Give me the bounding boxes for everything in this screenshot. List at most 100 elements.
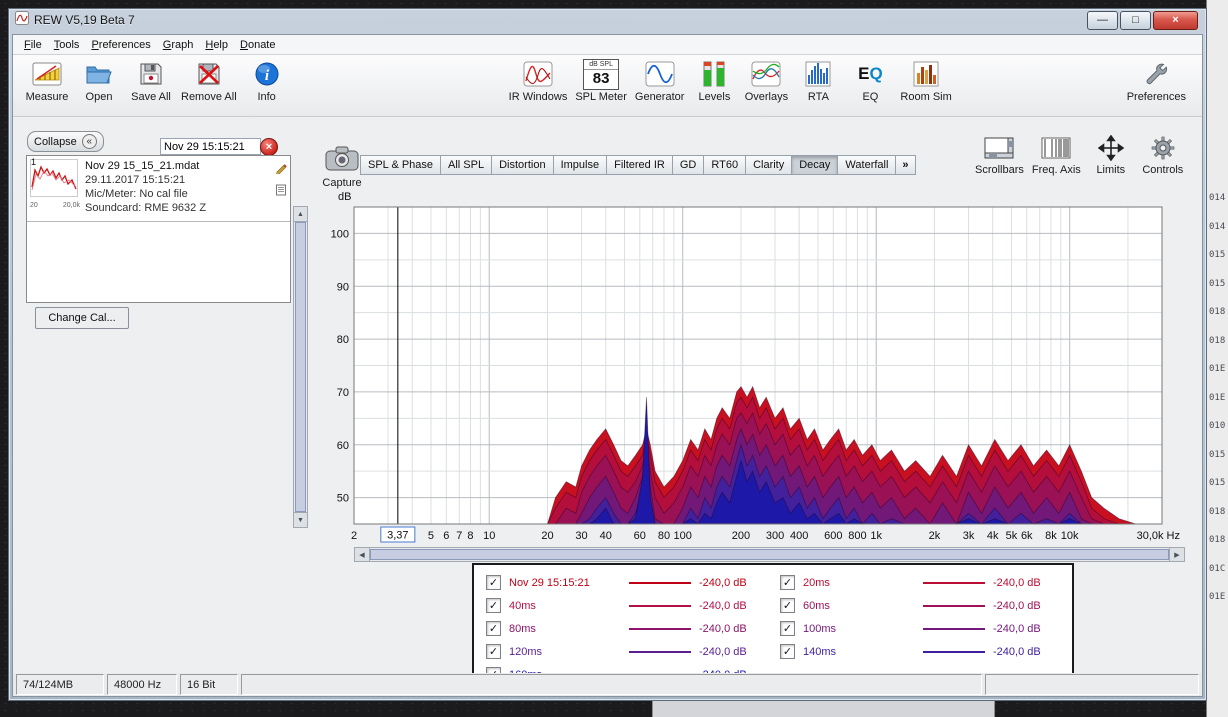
freqaxis-icon	[1041, 133, 1071, 163]
horizontal-scrollbar-thumb[interactable]	[370, 549, 1169, 560]
roomsim-icon	[913, 58, 939, 90]
tab-overflow-button[interactable]: »	[895, 155, 915, 175]
menu-donate[interactable]: Donate	[234, 37, 281, 53]
menu-preferences[interactable]: Preferences	[85, 37, 156, 53]
eq-button[interactable]: EQEQ	[844, 58, 896, 103]
maximize-button[interactable]: □	[1120, 11, 1151, 30]
background-window-number: 018	[1209, 507, 1225, 517]
trace-legend: ✓Nov 29 15:15:21-240,0 dB✓40ms-240,0 dB✓…	[472, 563, 1074, 673]
measure-button[interactable]: Measure	[21, 58, 73, 103]
legend-checkbox[interactable]: ✓	[780, 598, 795, 613]
background-window-strip: 01401401501501801801E01E0100150150180180…	[1206, 0, 1228, 717]
menu-tools[interactable]: Tools	[48, 37, 86, 53]
legend-checkbox[interactable]: ✓	[780, 644, 795, 659]
memory-status[interactable]: 74/124MB	[16, 674, 104, 695]
legend-value: -240,0 dB	[993, 623, 1069, 635]
x-tick-label: 800	[848, 530, 866, 542]
scroll-right-arrow[interactable]: ▶	[1169, 548, 1184, 561]
tab-decay[interactable]: Decay	[791, 155, 837, 175]
background-window-number: 01E	[1209, 364, 1225, 374]
x-tick-label: 40	[600, 530, 612, 542]
bitdepth-status: 16 Bit	[180, 674, 238, 695]
measurement-soundcard: Soundcard: RME 9632 Z	[85, 201, 270, 215]
horizontal-scrollbar[interactable]: ◀ ▶	[354, 547, 1185, 562]
splmeter-button[interactable]: dB SPL83SPL Meter	[571, 58, 631, 103]
rta-button[interactable]: RTA	[792, 58, 844, 103]
notes-icon[interactable]	[275, 183, 287, 201]
legend-checkbox[interactable]: ✓	[486, 667, 501, 673]
close-button[interactable]: ×	[1153, 11, 1198, 30]
x-tick-label: 4k	[987, 530, 999, 542]
tab-gd[interactable]: GD	[672, 155, 704, 175]
rew-window: REW V5,19 Beta 7 — □ × FileToolsPreferen…	[8, 8, 1207, 701]
thumb-freq-min: 20	[30, 202, 38, 209]
legend-checkbox[interactable]: ✓	[780, 621, 795, 636]
wrench-button[interactable]: Preferences	[1123, 58, 1190, 103]
tab-all-spl[interactable]: All SPL	[440, 155, 491, 175]
measurement-filename: Nov 29 15_15_21.mdat	[85, 159, 270, 173]
minimize-button[interactable]: —	[1087, 11, 1118, 30]
legend-entry-160ms: ✓160ms-240,0 dB	[486, 663, 775, 673]
legend-label: 40ms	[509, 600, 621, 612]
tab-filtered-ir[interactable]: Filtered IR	[606, 155, 672, 175]
irwindows-button[interactable]: IR Windows	[505, 58, 572, 103]
tab-distortion[interactable]: Distortion	[491, 155, 552, 175]
measurement-name-input[interactable]	[160, 138, 261, 155]
x-tick-label: 1k	[870, 530, 882, 542]
menu-graph[interactable]: Graph	[157, 37, 200, 53]
collapse-panel-button[interactable]: Collapse «	[27, 131, 104, 152]
x-tick-label: 20	[541, 530, 553, 542]
tab-spl-phase[interactable]: SPL & Phase	[360, 155, 440, 175]
info-button[interactable]: iInfo	[241, 58, 293, 103]
toolbar: MeasureOpenSave All Remove All iInfo IR Wi…	[13, 55, 1202, 117]
menu-help[interactable]: Help	[199, 37, 234, 53]
menu-file[interactable]: File	[18, 37, 48, 53]
collapse-label: Collapse	[34, 136, 77, 148]
change-cal-button[interactable]: Change Cal...	[35, 307, 129, 329]
legend-value: -240,0 dB	[993, 646, 1069, 658]
scroll-up-arrow[interactable]: ▲	[294, 207, 307, 222]
decay-chart[interactable]: 5060708090100245678102030406080100200300…	[330, 201, 1182, 557]
open-button[interactable]: Open	[73, 58, 125, 103]
legend-entry-100ms: ✓100ms-240,0 dB	[780, 617, 1069, 640]
x-tick-label: 8	[467, 530, 473, 542]
saveall-button[interactable]: Save All	[125, 58, 177, 103]
legend-checkbox[interactable]: ✓	[486, 598, 501, 613]
removeall-button[interactable]: Remove All	[177, 58, 241, 103]
levels-button[interactable]: Levels	[688, 58, 740, 103]
background-window-number: 018	[1209, 336, 1225, 346]
overlays-label: Overlays	[745, 91, 788, 103]
freq-axis-button[interactable]: Freq. Axis	[1032, 133, 1081, 176]
legend-value: -240,0 dB	[699, 623, 775, 635]
scrollbars-label: Scrollbars	[975, 164, 1024, 176]
legend-checkbox[interactable]: ✓	[486, 644, 501, 659]
limits-button[interactable]: Limits	[1089, 133, 1133, 176]
scroll-left-arrow[interactable]: ◀	[355, 548, 370, 561]
app-icon	[15, 11, 29, 30]
tab-impulse[interactable]: Impulse	[553, 155, 607, 175]
vertical-scrollbar[interactable]: ▲ ▼	[293, 206, 308, 528]
tab-rt60[interactable]: RT60	[703, 155, 745, 175]
tab-waterfall[interactable]: Waterfall	[837, 155, 895, 175]
y-tick-label: 60	[337, 440, 349, 452]
legend-checkbox[interactable]: ✓	[486, 621, 501, 636]
cursor-readout-value[interactable]: 3,37	[387, 530, 408, 542]
titlebar[interactable]: REW V5,19 Beta 7 — □ ×	[9, 9, 1206, 31]
overlays-button[interactable]: Overlays	[740, 58, 792, 103]
controls-button[interactable]: Controls	[1141, 133, 1185, 176]
removeall-label: Remove All	[181, 91, 237, 103]
tab-clarity[interactable]: Clarity	[745, 155, 791, 175]
edit-notes-pencil-icon[interactable]	[275, 161, 287, 179]
vertical-scrollbar-thumb[interactable]	[295, 222, 306, 512]
generator-button[interactable]: Generator	[631, 58, 689, 103]
legend-checkbox[interactable]: ✓	[486, 575, 501, 590]
delete-measurement-button[interactable]: ×	[260, 138, 278, 156]
x-tick-label: 30	[575, 530, 587, 542]
roomsim-button[interactable]: Room Sim	[896, 58, 955, 103]
legend-checkbox[interactable]: ✓	[780, 575, 795, 590]
measurement-item[interactable]: 1 20 20,0k Nov 29	[27, 156, 290, 222]
scroll-down-arrow[interactable]: ▼	[294, 512, 307, 527]
scrollbars-button[interactable]: Scrollbars	[975, 133, 1024, 176]
spl-meter-value: 83	[593, 70, 610, 88]
measurement-list: 1 20 20,0k Nov 29	[26, 155, 291, 303]
